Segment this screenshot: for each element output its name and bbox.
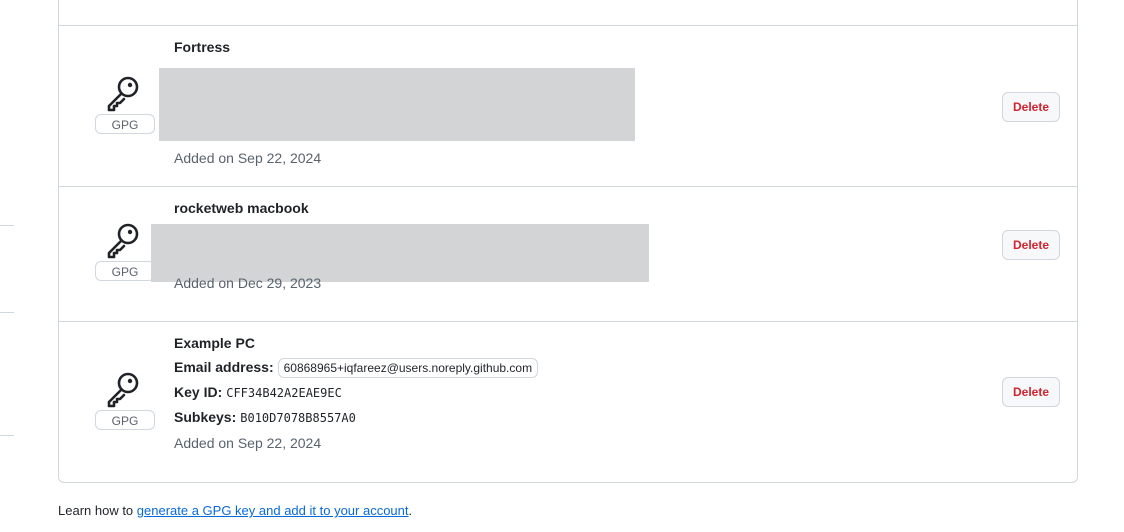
gpg-badge: GPG — [95, 261, 155, 281]
redacted-block — [159, 68, 635, 141]
subkeys-value: B010D7078B8557A0 — [240, 411, 356, 425]
key-icon — [107, 223, 139, 259]
footer-prefix: Learn how to — [58, 503, 137, 518]
delete-key-button[interactable]: Delete — [1002, 92, 1060, 122]
gpg-badge: GPG — [95, 410, 155, 430]
delete-key-button[interactable]: Delete — [1002, 377, 1060, 407]
gpg-key-row: GPG Fortress Added on Sep 22, 2024 Delet… — [59, 25, 1077, 186]
footer-suffix: . — [408, 503, 413, 518]
key-added-date: Added on Dec 29, 2023 — [174, 275, 322, 291]
key-title: rocketweb macbook — [174, 200, 309, 216]
key-icon-group: GPG — [95, 219, 157, 281]
gpg-key-row: GPG Example PC Email address: 60868965+iq… — [59, 321, 1077, 483]
key-id-value: CFF34B42A2EAE9EC — [226, 386, 342, 400]
key-icon-group: GPG — [95, 368, 157, 430]
delete-key-button[interactable]: Delete — [1002, 230, 1060, 260]
generate-gpg-key-link[interactable]: generate a GPG key and add it to your ac… — [137, 503, 409, 518]
email-label: Email address: — [174, 359, 274, 375]
gpg-key-row: GPG rocketweb macbook Added on Dec 29, 2… — [59, 186, 1077, 321]
key-added-date: Added on Sep 22, 2024 — [174, 150, 322, 166]
email-line: Email address: 60868965+iqfareez@users.no… — [174, 358, 539, 378]
redacted-block — [151, 224, 649, 282]
key-icon — [107, 76, 139, 112]
sidebar-divider — [0, 225, 14, 226]
key-id-line: Key ID: CFF34B42A2EAE9EC — [174, 384, 342, 400]
key-title: Fortress — [174, 39, 231, 55]
gpg-badge: GPG — [95, 114, 155, 134]
email-address-chip: 60868965+iqfareez@users.noreply.github.c… — [277, 358, 539, 378]
key-title: Example PC — [174, 335, 255, 351]
gpg-key-list: GPG Fortress Added on Sep 22, 2024 Delet… — [58, 0, 1078, 483]
sidebar-divider — [0, 435, 14, 436]
sidebar-divider — [0, 312, 14, 313]
key-icon-group: GPG — [95, 72, 157, 134]
key-added-date: Added on Sep 22, 2024 — [174, 435, 322, 451]
key-icon — [107, 372, 139, 408]
key-id-label: Key ID: — [174, 384, 223, 400]
footer-help-text: Learn how to generate a GPG key and add … — [58, 503, 412, 518]
subkeys-label: Subkeys: — [174, 409, 237, 425]
subkeys-line: Subkeys: B010D7078B8557A0 — [174, 409, 356, 425]
gpg-keys-page: GPG Fortress Added on Sep 22, 2024 Delet… — [0, 0, 1124, 532]
